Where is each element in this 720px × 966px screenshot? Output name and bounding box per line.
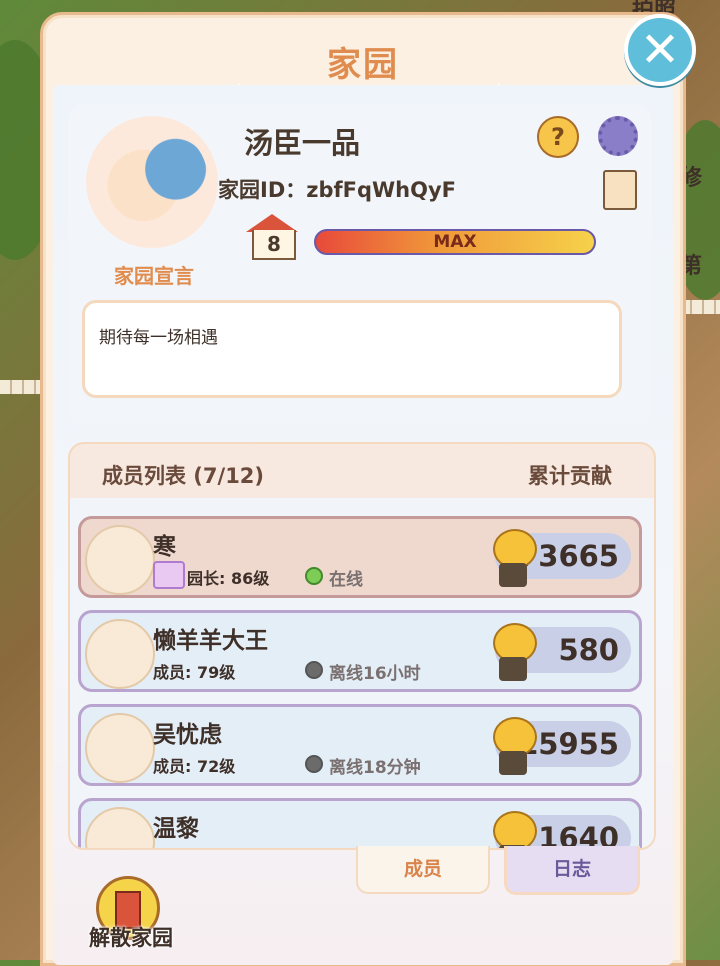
member-avatar[interactable] xyxy=(85,619,155,689)
help-icon[interactable]: ? xyxy=(537,116,579,158)
manifesto-text[interactable]: 期待每一场相遇 xyxy=(82,300,622,398)
member-status: 离线16小时 xyxy=(329,664,421,684)
dialog-title: 家园 xyxy=(327,45,399,85)
contribution-header: 累计贡献 xyxy=(528,464,612,488)
members-title: 成员列表 (7/12) xyxy=(102,464,265,488)
tab-log[interactable]: 日志 xyxy=(504,846,640,895)
member-avatar[interactable] xyxy=(85,807,155,848)
member-row[interactable]: 懒羊羊大王 成员: 79级 离线16小时 580 xyxy=(78,610,642,692)
snail-trophy-icon xyxy=(489,807,537,848)
manifesto-label: 家园宣言 xyxy=(114,264,194,288)
crown-icon xyxy=(153,561,185,589)
disband-home-button[interactable]: 解散家园 xyxy=(76,922,186,952)
close-icon: ✕ xyxy=(639,22,681,78)
copy-icon[interactable] xyxy=(603,170,637,210)
members-header: 成员列表 (7/12) 累计贡献 xyxy=(70,444,654,498)
member-role: 园长: 86级 xyxy=(187,569,270,588)
member-role: 成员: 79级 xyxy=(153,663,236,682)
online-status-icon xyxy=(305,567,323,585)
member-name: 寒 xyxy=(153,534,176,560)
home-id-label: 家园ID： xyxy=(218,178,307,202)
home-id: 家园ID：zbfFqWhQyF xyxy=(218,174,456,204)
offline-status-icon xyxy=(305,755,323,773)
member-name: 温黎 xyxy=(153,816,199,842)
member-row[interactable]: 吴忧虑 成员: 72级 离线18分钟 15955 xyxy=(78,704,642,786)
member-avatar[interactable] xyxy=(85,713,155,783)
members-card: 成员列表 (7/12) 累计贡献 寒 园长: 86级 在线 73665 懒羊羊大… xyxy=(68,442,656,850)
home-level-badge: 8 xyxy=(246,214,298,260)
member-avatar[interactable] xyxy=(85,525,155,595)
home-level-value: 8 xyxy=(252,230,296,260)
snail-trophy-icon xyxy=(489,619,537,683)
member-role: 成员: 72级 xyxy=(153,757,236,776)
cloud-avatar-icon xyxy=(100,126,208,234)
close-button[interactable]: ✕ xyxy=(624,14,696,86)
background-fence xyxy=(0,380,40,394)
offline-status-icon xyxy=(305,661,323,679)
member-name: 吴忧虑 xyxy=(153,722,222,748)
gear-icon[interactable] xyxy=(598,116,638,156)
snail-trophy-icon xyxy=(489,713,537,777)
member-status: 离线18分钟 xyxy=(329,758,421,778)
home-name: 汤臣一品 xyxy=(244,126,361,160)
member-row[interactable]: 温黎 1640 xyxy=(78,798,642,848)
member-status: 在线 xyxy=(329,570,363,590)
member-name: 懒羊羊大王 xyxy=(153,628,268,654)
member-row[interactable]: 寒 园长: 86级 在线 73665 xyxy=(78,516,642,598)
members-list[interactable]: 寒 园长: 86级 在线 73665 懒羊羊大王 成员: 79级 离线16小时 … xyxy=(70,498,654,848)
tab-members[interactable]: 成员 xyxy=(356,846,490,894)
home-id-value: zbfFqWhQyF xyxy=(306,178,457,202)
background-fence xyxy=(680,300,720,314)
snail-trophy-icon xyxy=(489,525,537,589)
home-progress-bar: MAX xyxy=(314,229,596,255)
